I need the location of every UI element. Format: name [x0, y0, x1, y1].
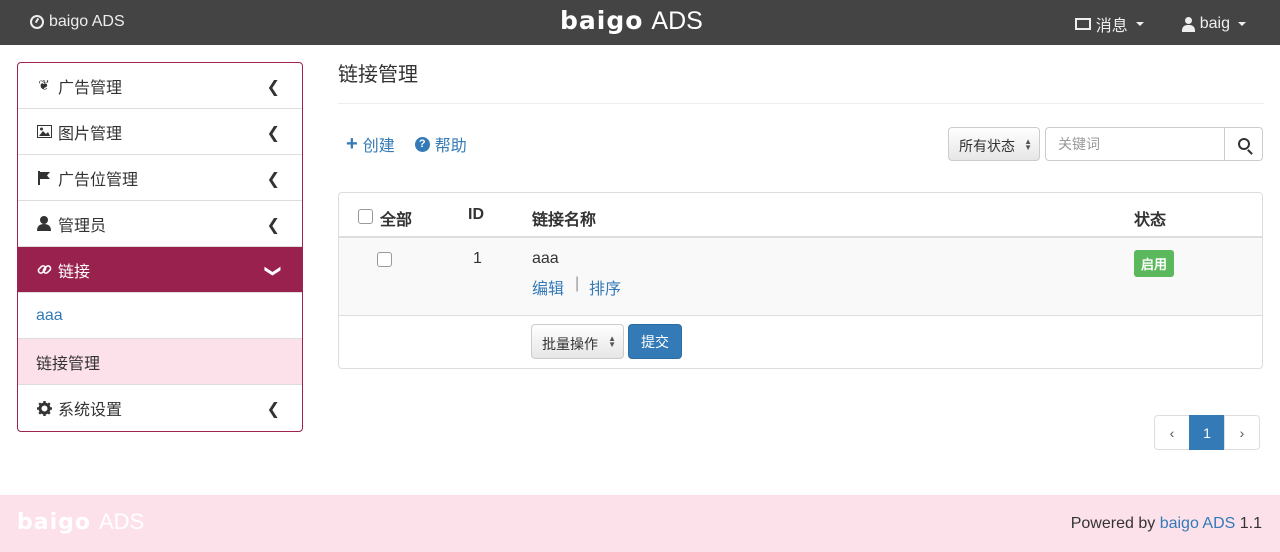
dashboard-icon	[30, 15, 44, 29]
sidebar-subitem-aaa[interactable]: aaa	[18, 293, 302, 339]
select-arrows-icon: ▲ ▼	[1024, 137, 1032, 152]
brand-link[interactable]: baigo ADS	[30, 13, 125, 31]
sidebar-item-links[interactable]: 链接 ❮	[18, 247, 302, 293]
search-input[interactable]	[1045, 127, 1225, 161]
table-row: 1 aaa 编辑 | 排序 启用	[339, 238, 1262, 316]
create-label: 创建	[362, 138, 395, 155]
header-select-all: 全部	[380, 212, 413, 229]
submit-button[interactable]: 提交	[628, 324, 682, 359]
pagination: ‹ 1 ›	[1154, 415, 1260, 450]
search-icon	[1237, 138, 1250, 150]
sidebar-item-settings[interactable]: 系统设置 ❮	[18, 385, 302, 431]
edit-link[interactable]: 编辑	[532, 275, 564, 299]
sidebar-subitem-link-manage[interactable]: 链接管理	[18, 339, 302, 385]
user-label: baig	[1199, 15, 1230, 32]
search-group	[1045, 127, 1263, 161]
search-button[interactable]	[1225, 127, 1263, 161]
action-separator: |	[575, 275, 580, 292]
leaf-icon: ❦	[38, 77, 50, 93]
footer-logo-word: baigo	[17, 510, 91, 535]
powered-version: 1.1	[1239, 515, 1262, 532]
table-header: 全部 ID 链接名称 状态	[339, 193, 1262, 238]
sidebar-item-admins[interactable]: 管理员 ❮	[18, 201, 302, 247]
flag-icon	[36, 170, 52, 185]
logo-suffix: ADS	[651, 7, 703, 35]
sidebar-item-label: 广告位管理	[58, 171, 139, 189]
chevron-left-icon: ❮	[266, 171, 280, 188]
row-name: aaa	[532, 250, 559, 267]
select-arrows-icon: ▲ ▼	[608, 334, 616, 349]
row-checkbox[interactable]	[377, 252, 392, 267]
chevron-left-icon: ❮	[266, 217, 280, 234]
footer-logo: baigo ADS	[17, 509, 144, 535]
picture-icon	[36, 125, 52, 138]
sidebar-item-label: 图片管理	[58, 125, 123, 143]
row-id: 1	[473, 250, 482, 267]
top-navbar: baigo ADS baigo ADS 消息 baig	[0, 0, 1280, 45]
sidebar-item-label: 广告管理	[58, 79, 123, 97]
messages-label: 消息	[1095, 18, 1128, 35]
sidebar: ❦ 广告管理 ❮ 图片管理 ❮ 广告位管理 ❮ 管理员 ❮ 链接 ❮ aaa 链…	[17, 62, 303, 432]
table-footer: 批量操作 ▲ ▼ 提交	[339, 316, 1262, 368]
sidebar-item-label: 链接	[58, 263, 91, 281]
help-label: 帮助	[434, 138, 467, 155]
link-icon	[36, 262, 52, 277]
chevron-left-icon: ❮	[266, 401, 280, 418]
chevron-left-icon: ❮	[266, 79, 280, 96]
sidebar-item-images[interactable]: 图片管理 ❮	[18, 109, 302, 155]
header-status: 状态	[1134, 212, 1167, 229]
header-id: ID	[468, 206, 484, 223]
caret-down-icon	[1135, 22, 1144, 26]
chevron-left-icon: ❮	[266, 125, 280, 142]
title-divider	[338, 103, 1264, 104]
user-icon	[1181, 16, 1195, 32]
messages-menu[interactable]: 消息	[1074, 12, 1144, 36]
status-badge: 启用	[1134, 250, 1175, 277]
sidebar-item-positions[interactable]: 广告位管理 ❮	[18, 155, 302, 201]
toolbar: + 创建 ? 帮助	[346, 132, 467, 156]
user-menu[interactable]: baig	[1181, 12, 1246, 36]
sort-link[interactable]: 排序	[589, 275, 621, 299]
powered-by: Powered by baigo ADS 1.1	[1071, 515, 1262, 533]
create-button[interactable]: + 创建	[346, 132, 395, 156]
header-name: 链接名称	[532, 212, 597, 229]
bulk-action-value: 批量操作	[542, 336, 598, 352]
links-table: 全部 ID 链接名称 状态 1 aaa 编辑 | 排序 启用 批量操作 ▲ ▼ 提…	[338, 192, 1263, 369]
status-filter-select[interactable]: 所有状态 ▲ ▼	[948, 127, 1040, 161]
envelope-icon	[1074, 18, 1091, 30]
footer-logo-suffix: ADS	[99, 509, 145, 534]
caret-down-icon	[1238, 22, 1246, 26]
chevron-down-icon: ❮	[263, 264, 281, 278]
sidebar-subitem-label[interactable]: aaa	[36, 307, 63, 325]
next-page-button[interactable]: ›	[1224, 415, 1260, 450]
powered-prefix: Powered by	[1070, 515, 1156, 532]
question-circle-icon: ?	[414, 136, 430, 152]
footer: baigo ADS Powered by baigo ADS 1.1	[0, 495, 1280, 552]
select-all-checkbox[interactable]	[358, 209, 373, 224]
page-title: 链接管理	[338, 64, 418, 86]
prev-page-button[interactable]: ‹	[1154, 415, 1190, 450]
nav-right: 消息 baig	[1074, 12, 1246, 36]
sidebar-item-label: 系统设置	[58, 402, 123, 419]
logo-word: baigo	[560, 6, 644, 35]
sidebar-subitem-label: 链接管理	[36, 355, 101, 373]
powered-link[interactable]: baigo ADS	[1160, 515, 1236, 532]
page-1-button[interactable]: 1	[1189, 415, 1225, 450]
brand-text: baigo ADS	[49, 13, 125, 30]
plus-icon: +	[346, 133, 358, 155]
bulk-action-select[interactable]: 批量操作 ▲ ▼	[531, 324, 624, 359]
user-icon	[36, 216, 52, 231]
status-filter-value: 所有状态	[959, 138, 1015, 154]
sidebar-item-ads[interactable]: ❦ 广告管理 ❮	[18, 63, 302, 109]
sidebar-item-label: 管理员	[58, 217, 107, 235]
center-logo: baigo ADS	[560, 6, 703, 36]
cog-icon	[36, 400, 52, 416]
help-button[interactable]: ? 帮助	[414, 132, 467, 156]
